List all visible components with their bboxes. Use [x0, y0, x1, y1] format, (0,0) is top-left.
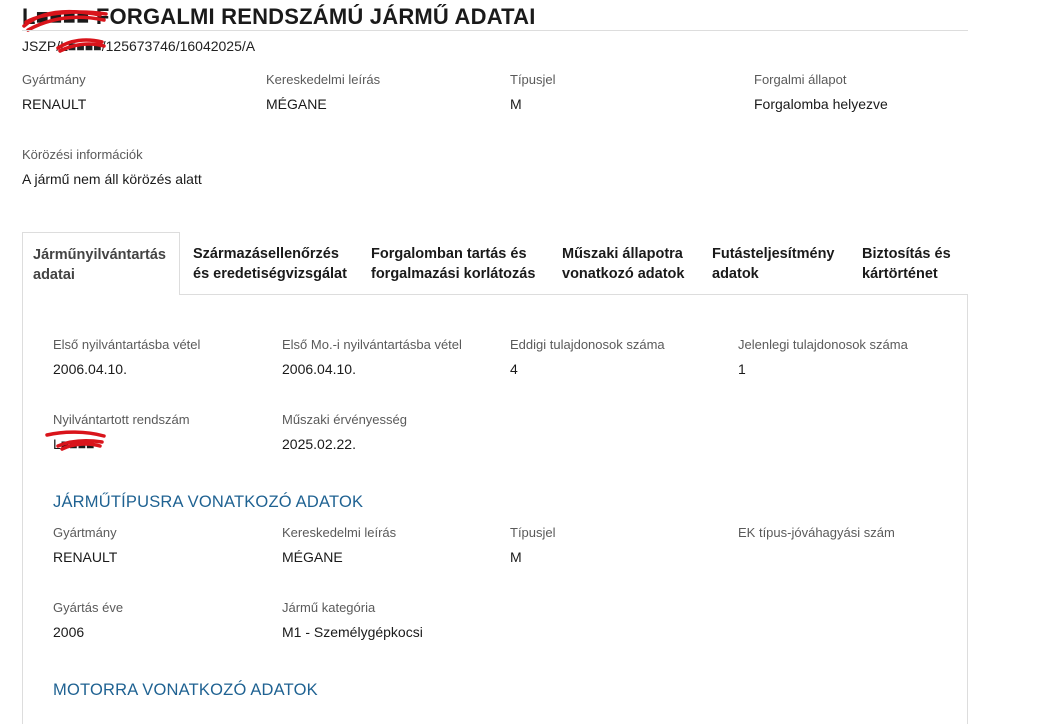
tab-label: Forgalomban tartás és forgalmazási korlá…: [371, 246, 536, 282]
type-make: Gyártmány RENAULT: [53, 525, 117, 565]
field-value: M: [510, 96, 522, 112]
tab-insurance[interactable]: Biztosítás és kártörténet: [852, 232, 968, 294]
field-value: RENAULT: [53, 549, 118, 565]
previous-owners: Eddigi tulajdonosok száma 4: [510, 337, 665, 377]
tab-label: Származásellenőrzés és eredetiségvizsgál…: [193, 246, 347, 282]
reference-number: JSZP/L■■■■/125673746/16042025/A: [22, 38, 256, 54]
field-label: Forgalmi állapot: [754, 72, 847, 87]
type-trade-name: Kereskedelmi leírás MÉGANE: [282, 525, 396, 565]
summary-type: Típusjel M: [510, 72, 556, 112]
section-title-vehicle-type: JÁRMŰTÍPUSRA VONATKOZÓ ADATOK: [53, 493, 364, 511]
tab-label: Futásteljesítmény adatok: [712, 246, 835, 282]
tab-origin-check[interactable]: Származásellenőrzés és eredetiségvizsgál…: [183, 232, 361, 294]
field-value: M1 - Személygépkocsi: [282, 624, 423, 640]
tab-mileage[interactable]: Futásteljesítmény adatok: [702, 232, 852, 294]
field-label: Kereskedelmi leírás: [266, 72, 381, 87]
technical-validity: Műszaki érvényesség 2025.02.22.: [282, 412, 407, 452]
field-label: Körözési információk: [22, 147, 143, 162]
tab-label: Járműnyilvántartás adatai: [33, 247, 166, 283]
field-label: Első Mo.-i nyilvántartásba vétel: [282, 337, 462, 352]
field-value: 2006: [53, 624, 85, 640]
field-label: Jelenlegi tulajdonosok száma: [738, 337, 908, 352]
field-label: Első nyilvántartásba vétel: [53, 337, 201, 352]
field-value: 4: [510, 361, 518, 377]
tab-registry[interactable]: Járműnyilvántartás adatai: [22, 232, 180, 295]
vehicle-category: Jármű kategória M1 - Személygépkocsi: [282, 600, 423, 640]
field-label: Típusjel: [510, 72, 556, 87]
tab-label: Biztosítás és kártörténet: [862, 246, 951, 282]
field-value: 1: [738, 361, 746, 377]
field-label: Típusjel: [510, 525, 556, 540]
field-label: Eddigi tulajdonosok száma: [510, 337, 665, 352]
field-label: Gyártás éve: [53, 600, 124, 615]
field-label: Jármű kategória: [282, 600, 376, 615]
ek-approval-number: EK típus-jóváhagyási szám: [738, 525, 895, 549]
field-value: MÉGANE: [266, 96, 327, 112]
field-label: Gyártmány: [53, 525, 117, 540]
field-value: Forgalomba helyezve: [754, 96, 888, 112]
page-title: L■■■■ FORGALMI RENDSZÁMÚ JÁRMŰ ADATAI: [22, 4, 536, 29]
title-divider: [22, 30, 968, 31]
summary-wanted-info: Körözési információk A jármű nem áll kör…: [22, 147, 202, 187]
current-owners: Jelenlegi tulajdonosok száma 1: [738, 337, 908, 377]
field-value: RENAULT: [22, 96, 87, 112]
field-value: MÉGANE: [282, 549, 343, 565]
tab-bar: Járműnyilvántartás adatai Származásellen…: [22, 232, 968, 295]
field-label: Kereskedelmi leírás: [282, 525, 397, 540]
field-value: A jármű nem áll körözés alatt: [22, 171, 202, 187]
field-value: M: [510, 549, 522, 565]
summary-make: Gyártmány RENAULT: [22, 72, 86, 112]
manufacture-year: Gyártás éve 2006: [53, 600, 123, 640]
field-value: L■■■■: [53, 436, 95, 452]
tab-label: Műszaki állapotra vonatkozó adatok: [562, 246, 685, 282]
summary-trade-name: Kereskedelmi leírás MÉGANE: [266, 72, 380, 112]
field-label: Gyártmány: [22, 72, 86, 87]
field-label: EK típus-jóváhagyási szám: [738, 525, 895, 540]
field-value: 2006.04.10.: [282, 361, 356, 377]
tab-circulation[interactable]: Forgalomban tartás és forgalmazási korlá…: [361, 232, 553, 294]
summary-status: Forgalmi állapot Forgalomba helyezve: [754, 72, 888, 112]
field-value: 2006.04.10.: [53, 361, 127, 377]
type-code: Típusjel M: [510, 525, 556, 565]
section-title-engine: MOTORRA VONATKOZÓ ADATOK: [53, 681, 318, 699]
first-hungarian-registration: Első Mo.-i nyilvántartásba vétel 2006.04…: [282, 337, 462, 377]
tab-technical-condition[interactable]: Műszaki állapotra vonatkozó adatok: [552, 232, 702, 294]
field-label: Nyilvántartott rendszám: [53, 412, 190, 427]
field-value: 2025.02.22.: [282, 436, 356, 452]
field-label: Műszaki érvényesség: [282, 412, 407, 427]
first-registration: Első nyilvántartásba vétel 2006.04.10.: [53, 337, 200, 377]
registered-plate: Nyilvántartott rendszám L■■■■: [53, 412, 190, 452]
